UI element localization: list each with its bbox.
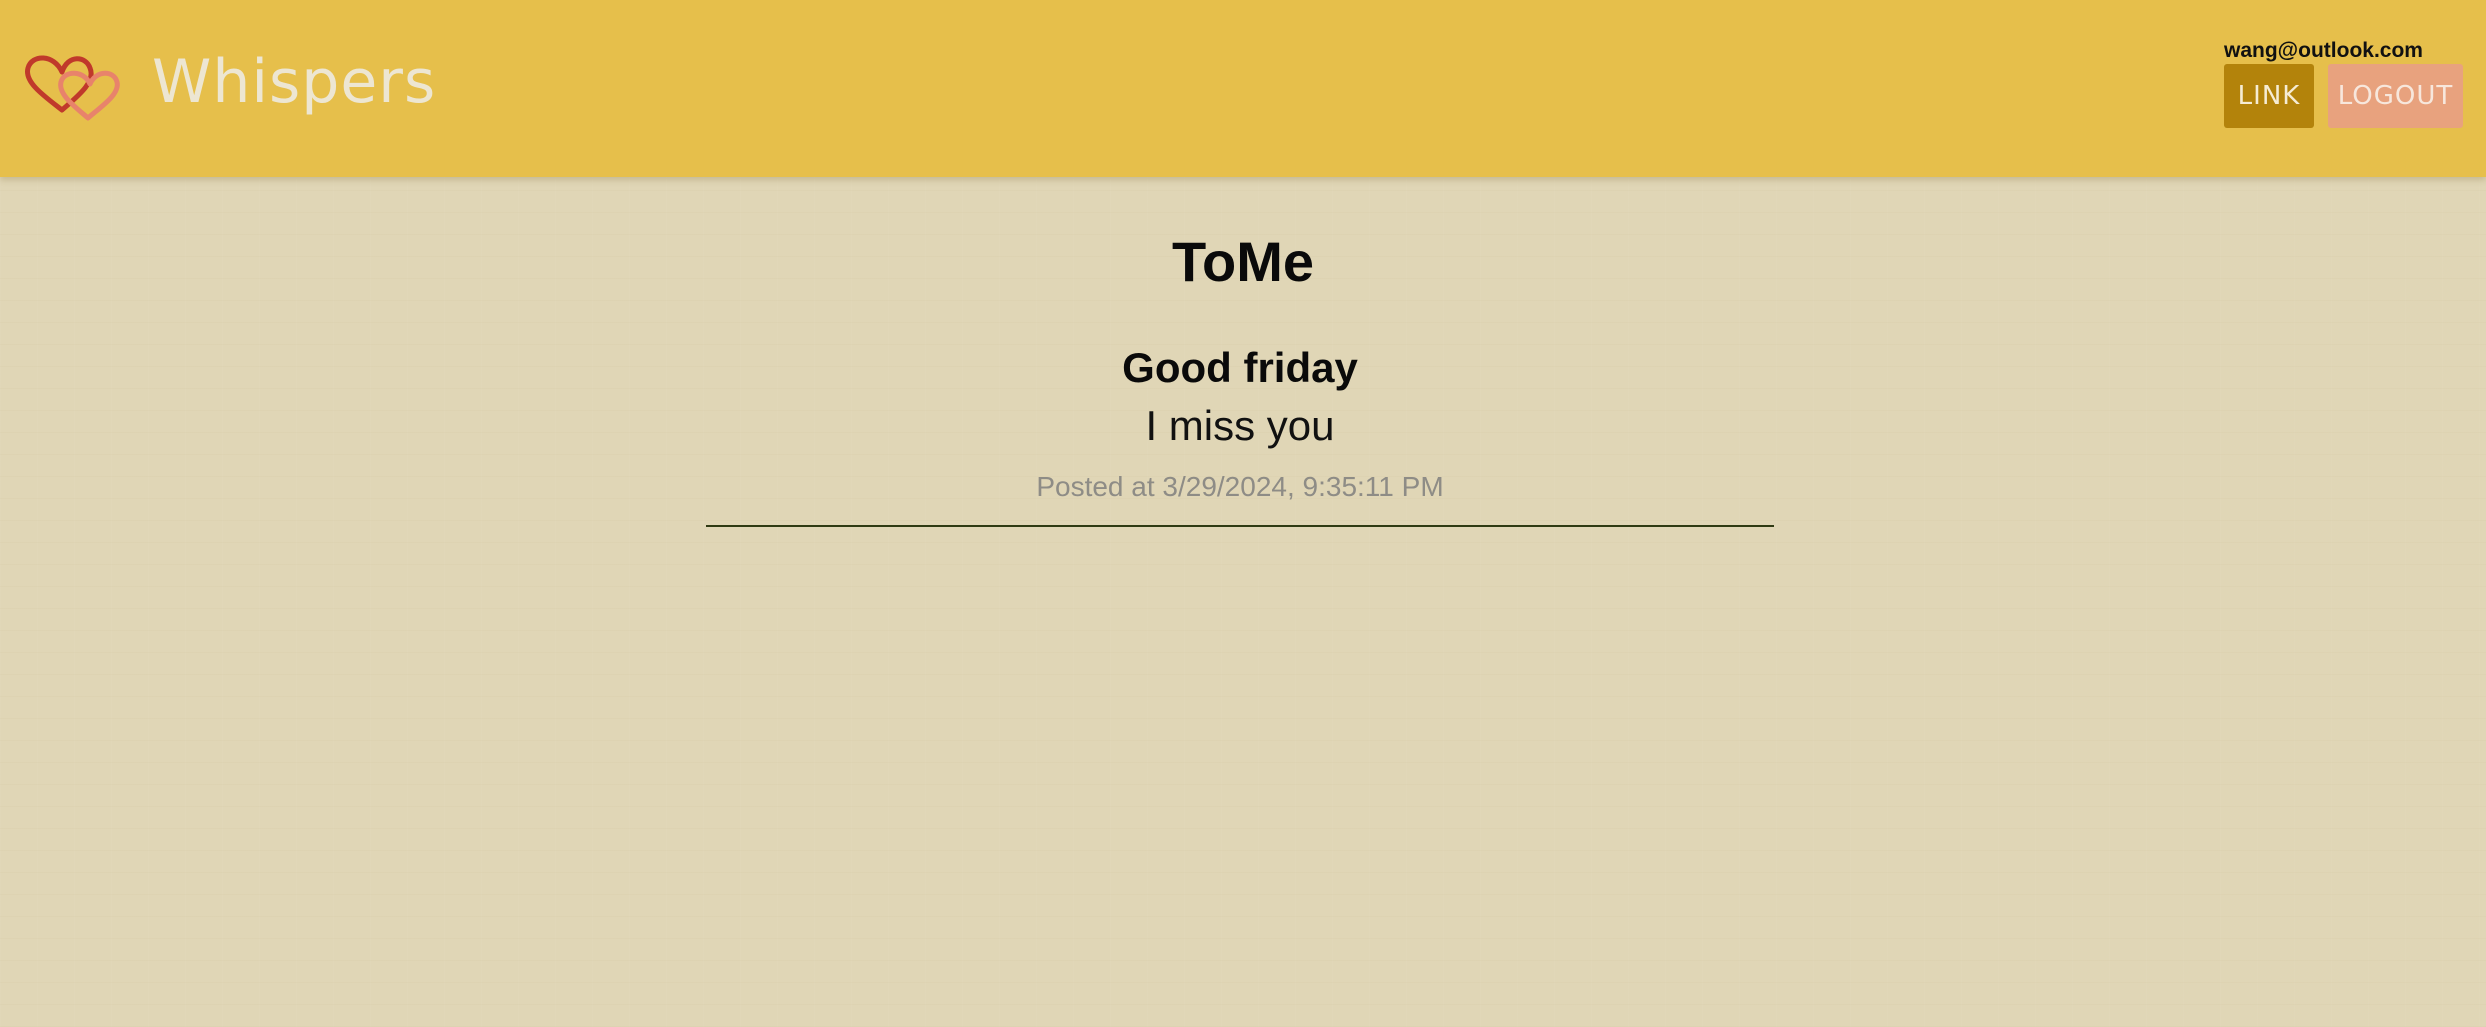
- logout-button[interactable]: LOGOUT: [2328, 64, 2463, 128]
- top-navbar: Whispers wang@outlook.com LINK LOGOUT: [0, 0, 2486, 177]
- link-button[interactable]: LINK: [2224, 64, 2314, 128]
- header-actions: LINK LOGOUT: [2224, 64, 2464, 128]
- post-body: I miss you: [1145, 402, 1335, 449]
- user-email: wang@outlook.com: [2224, 39, 2423, 62]
- post-title: Good friday: [1122, 344, 1358, 391]
- post-item: Good friday I miss you Posted at 3/29/20…: [706, 347, 1774, 527]
- post-divider: [706, 525, 1774, 527]
- page-title: ToMe: [1171, 230, 1315, 293]
- brand-name: Whispers: [152, 47, 437, 117]
- brand[interactable]: Whispers: [24, 44, 436, 126]
- post-timestamp: Posted at 3/29/2024, 9:35:11 PM: [1036, 471, 1444, 502]
- account-area: wang@outlook.com LINK LOGOUT: [2224, 38, 2464, 128]
- two-hearts-icon: [25, 55, 120, 121]
